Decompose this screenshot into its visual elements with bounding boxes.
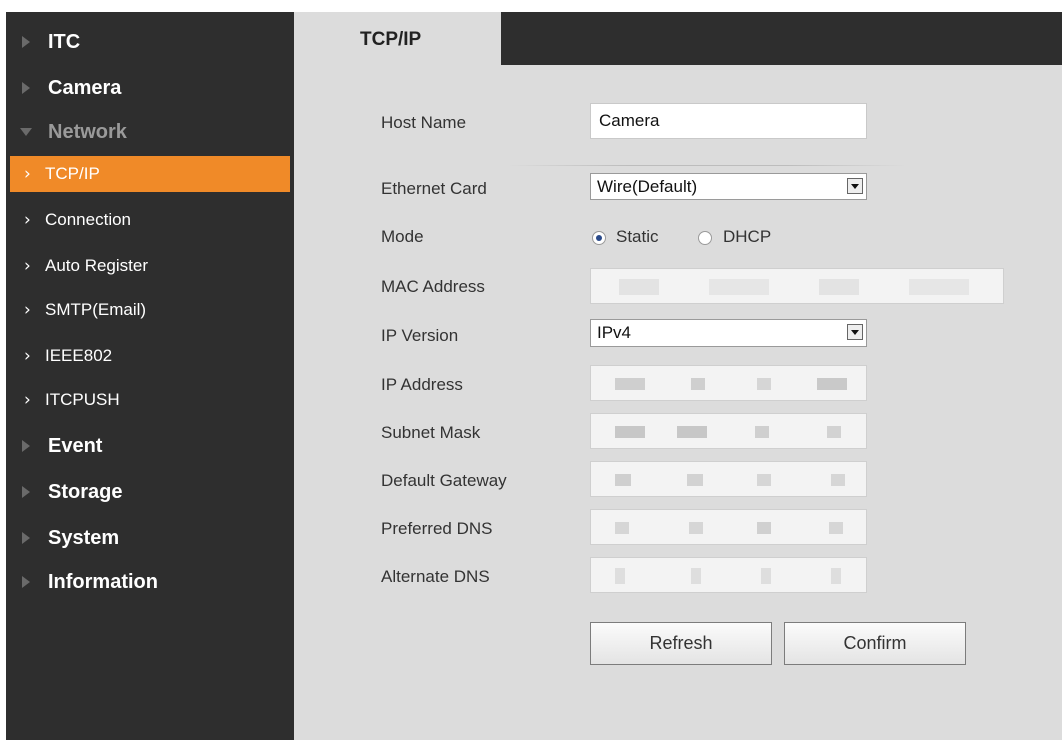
sidebar-item-itc[interactable]: ITC bbox=[6, 24, 294, 60]
mode-dhcp-label: DHCP bbox=[723, 227, 772, 246]
preferred-dns-field[interactable] bbox=[590, 509, 867, 545]
sidebar-item-connection[interactable]: › Connection bbox=[6, 202, 294, 238]
sidebar-item-camera[interactable]: Camera bbox=[6, 70, 294, 106]
triangle-right-icon bbox=[22, 440, 30, 452]
host-name-input[interactable]: Camera bbox=[590, 103, 867, 139]
sidebar-item-label: Network bbox=[48, 120, 127, 143]
sidebar-item-label: System bbox=[48, 526, 120, 549]
alternate-dns-field[interactable] bbox=[590, 557, 867, 593]
divider bbox=[507, 165, 907, 166]
sidebar-item-system[interactable]: System bbox=[6, 520, 294, 556]
sidebar-item-ieee802[interactable]: › IEEE802 bbox=[6, 338, 294, 374]
chevron-right-icon: › bbox=[24, 256, 31, 276]
sidebar-item-label: IEEE802 bbox=[45, 346, 113, 365]
chevron-right-icon: › bbox=[24, 164, 31, 184]
mac-address-label: MAC Address bbox=[381, 277, 485, 296]
sidebar-item-label: Information bbox=[48, 570, 158, 593]
sidebar-item-auto-register[interactable]: › Auto Register bbox=[6, 248, 294, 284]
ip-version-select[interactable]: IPv4 bbox=[590, 319, 867, 347]
triangle-right-icon bbox=[22, 36, 30, 48]
triangle-right-icon bbox=[22, 82, 30, 94]
triangle-down-icon bbox=[20, 128, 32, 136]
sidebar-item-label: Auto Register bbox=[45, 256, 148, 275]
ip-version-value: IPv4 bbox=[597, 323, 632, 342]
sidebar-item-information[interactable]: Information bbox=[6, 564, 294, 600]
mode-static-radio[interactable] bbox=[592, 231, 606, 245]
sidebar-item-itcpush[interactable]: › ITCPUSH bbox=[6, 382, 294, 418]
alternate-dns-label: Alternate DNS bbox=[381, 567, 490, 586]
triangle-right-icon bbox=[22, 532, 30, 544]
triangle-right-icon bbox=[22, 486, 30, 498]
chevron-down-icon[interactable] bbox=[847, 324, 863, 340]
chevron-right-icon: › bbox=[24, 346, 31, 366]
mac-address-field[interactable] bbox=[590, 268, 1004, 304]
triangle-right-icon bbox=[22, 576, 30, 588]
ip-address-field[interactable] bbox=[590, 365, 867, 401]
sidebar-item-event[interactable]: Event bbox=[6, 428, 294, 464]
app-frame: ITC Camera Network › TCP/IP › Connection… bbox=[6, 12, 1062, 740]
default-gateway-label: Default Gateway bbox=[381, 471, 507, 490]
ip-version-label: IP Version bbox=[381, 326, 459, 345]
tab-tcpip[interactable]: TCP/IP bbox=[294, 12, 501, 65]
tab-label: TCP/IP bbox=[360, 29, 422, 50]
chevron-right-icon: › bbox=[24, 390, 31, 410]
sidebar-item-smtp[interactable]: › SMTP(Email) bbox=[6, 292, 294, 328]
sidebar-item-label: Camera bbox=[48, 76, 122, 99]
refresh-button[interactable]: Refresh bbox=[590, 622, 772, 665]
tab-bar: TCP/IP bbox=[294, 12, 1062, 65]
sidebar-item-label: Connection bbox=[45, 210, 132, 229]
chevron-down-icon[interactable] bbox=[847, 178, 863, 194]
chevron-right-icon: › bbox=[24, 300, 31, 320]
host-name-label: Host Name bbox=[381, 113, 467, 132]
sidebar-item-label: Storage bbox=[48, 480, 123, 503]
ethernet-card-select[interactable]: Wire(Default) bbox=[590, 173, 867, 200]
mode-dhcp-radio[interactable] bbox=[698, 231, 712, 245]
chevron-right-icon: › bbox=[24, 210, 31, 230]
ethernet-card-value: Wire(Default) bbox=[597, 177, 698, 196]
subnet-mask-field[interactable] bbox=[590, 413, 867, 449]
main-content: TCP/IP Host Name Camera Ethernet Card Wi… bbox=[294, 12, 1062, 740]
mode-static-label: Static bbox=[616, 227, 659, 246]
ip-address-label: IP Address bbox=[381, 375, 463, 394]
sidebar-item-label: SMTP(Email) bbox=[45, 300, 147, 319]
sidebar-item-tcpip[interactable]: › TCP/IP bbox=[10, 156, 290, 192]
sidebar-item-label: ITC bbox=[48, 30, 81, 53]
sidebar-item-storage[interactable]: Storage bbox=[6, 474, 294, 510]
sidebar-item-network[interactable]: Network bbox=[6, 114, 294, 150]
sidebar-item-label: TCP/IP bbox=[45, 164, 100, 183]
default-gateway-field[interactable] bbox=[590, 461, 867, 497]
mode-label: Mode bbox=[381, 227, 424, 246]
ethernet-card-label: Ethernet Card bbox=[381, 179, 487, 198]
subnet-mask-label: Subnet Mask bbox=[381, 423, 481, 442]
preferred-dns-label: Preferred DNS bbox=[381, 519, 493, 538]
sidebar-item-label: Event bbox=[48, 434, 103, 457]
sidebar: ITC Camera Network › TCP/IP › Connection… bbox=[6, 12, 294, 740]
sidebar-item-label: ITCPUSH bbox=[45, 390, 120, 409]
confirm-button[interactable]: Confirm bbox=[784, 622, 966, 665]
